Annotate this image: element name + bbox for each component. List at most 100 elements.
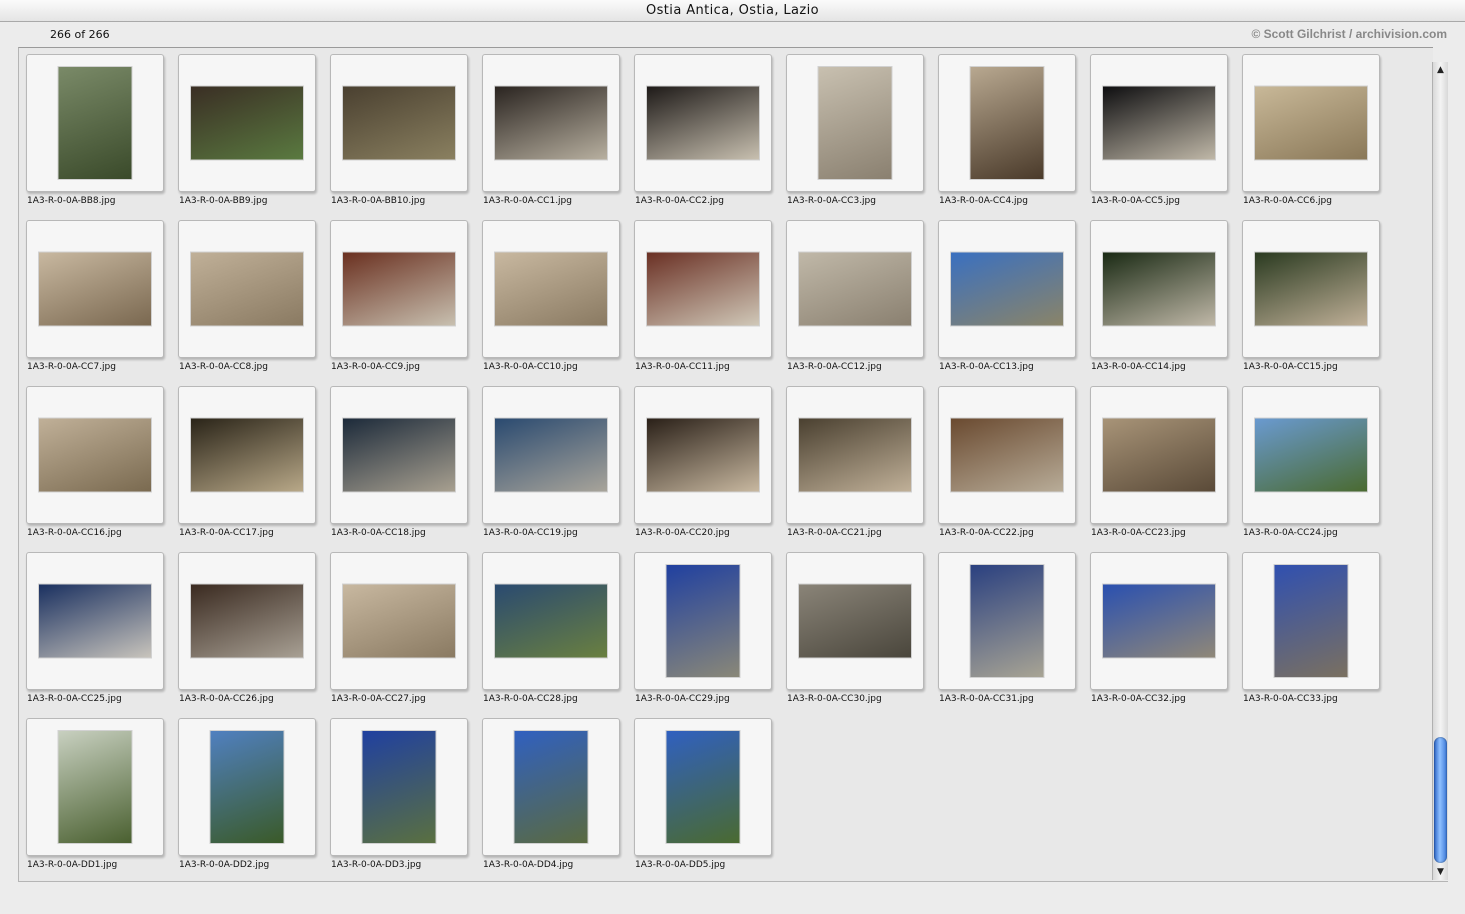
vertical-scrollbar[interactable]: ▲ ▼ (1432, 62, 1448, 880)
thumbnail-item[interactable]: 1A3-R-0-0A-CC2.jpg (634, 54, 774, 214)
thumbnail-frame[interactable] (26, 54, 164, 192)
thumbnail-image[interactable] (1103, 86, 1215, 160)
thumbnail-frame[interactable] (938, 220, 1076, 358)
thumbnail-item[interactable]: 1A3-R-0-0A-CC22.jpg (938, 386, 1078, 546)
thumbnail-item[interactable]: 1A3-R-0-0A-CC4.jpg (938, 54, 1078, 214)
scrollbar-thumb[interactable] (1434, 737, 1447, 863)
thumbnail-item[interactable]: 1A3-R-0-0A-CC32.jpg (1090, 552, 1230, 712)
thumbnail-frame[interactable] (938, 386, 1076, 524)
thumbnail-frame[interactable] (26, 386, 164, 524)
thumbnail-frame[interactable] (1242, 552, 1380, 690)
thumbnail-image[interactable] (343, 418, 455, 492)
thumbnail-image[interactable] (970, 565, 1044, 677)
thumbnail-frame[interactable] (1242, 54, 1380, 192)
thumbnail-frame[interactable] (634, 220, 772, 358)
thumbnail-item[interactable]: 1A3-R-0-0A-CC7.jpg (26, 220, 166, 380)
thumbnail-image[interactable] (647, 252, 759, 326)
thumbnail-item[interactable]: 1A3-R-0-0A-CC25.jpg (26, 552, 166, 712)
thumbnail-item[interactable]: 1A3-R-0-0A-CC24.jpg (1242, 386, 1382, 546)
scroll-up-arrow-icon[interactable]: ▲ (1434, 64, 1447, 76)
thumbnail-item[interactable]: 1A3-R-0-0A-CC27.jpg (330, 552, 470, 712)
thumbnail-frame[interactable] (1090, 552, 1228, 690)
thumbnail-item[interactable]: 1A3-R-0-0A-CC9.jpg (330, 220, 470, 380)
thumbnail-image[interactable] (210, 731, 284, 843)
thumbnail-item[interactable]: 1A3-R-0-0A-CC12.jpg (786, 220, 926, 380)
thumbnail-frame[interactable] (26, 718, 164, 856)
thumbnail-frame[interactable] (26, 220, 164, 358)
thumbnail-image[interactable] (647, 418, 759, 492)
thumbnail-image[interactable] (1103, 584, 1215, 658)
thumbnail-image[interactable] (39, 252, 151, 326)
thumbnail-item[interactable]: 1A3-R-0-0A-CC11.jpg (634, 220, 774, 380)
thumbnail-image[interactable] (495, 584, 607, 658)
thumbnail-item[interactable]: 1A3-R-0-0A-CC5.jpg (1090, 54, 1230, 214)
thumbnail-frame[interactable] (634, 552, 772, 690)
thumbnail-image[interactable] (1274, 565, 1348, 677)
thumbnail-frame[interactable] (1242, 220, 1380, 358)
thumbnail-frame[interactable] (178, 386, 316, 524)
thumbnail-image[interactable] (951, 418, 1063, 492)
thumbnail-item[interactable]: 1A3-R-0-0A-CC31.jpg (938, 552, 1078, 712)
thumbnail-item[interactable]: 1A3-R-0-0A-CC26.jpg (178, 552, 318, 712)
thumbnail-image[interactable] (1255, 418, 1367, 492)
thumbnail-item[interactable]: 1A3-R-0-0A-DD2.jpg (178, 718, 318, 878)
thumbnail-frame[interactable] (1090, 220, 1228, 358)
thumbnail-item[interactable]: 1A3-R-0-0A-CC15.jpg (1242, 220, 1382, 380)
thumbnail-item[interactable]: 1A3-R-0-0A-DD3.jpg (330, 718, 470, 878)
thumbnail-image[interactable] (1103, 418, 1215, 492)
thumbnail-frame[interactable] (1242, 386, 1380, 524)
thumbnail-image[interactable] (343, 584, 455, 658)
thumbnail-item[interactable]: 1A3-R-0-0A-DD5.jpg (634, 718, 774, 878)
thumbnail-item[interactable]: 1A3-R-0-0A-CC8.jpg (178, 220, 318, 380)
thumbnail-frame[interactable] (1090, 54, 1228, 192)
thumbnail-frame[interactable] (482, 552, 620, 690)
thumbnail-image[interactable] (799, 584, 911, 658)
thumbnail-image[interactable] (343, 252, 455, 326)
thumbnail-item[interactable]: 1A3-R-0-0A-CC17.jpg (178, 386, 318, 546)
thumbnail-frame[interactable] (330, 54, 468, 192)
thumbnail-frame[interactable] (26, 552, 164, 690)
thumbnail-frame[interactable] (786, 220, 924, 358)
thumbnail-frame[interactable] (178, 54, 316, 192)
thumbnail-image[interactable] (1103, 252, 1215, 326)
thumbnail-item[interactable]: 1A3-R-0-0A-BB8.jpg (26, 54, 166, 214)
thumbnail-frame[interactable] (178, 718, 316, 856)
thumbnail-frame[interactable] (482, 718, 620, 856)
thumbnail-image[interactable] (58, 67, 132, 179)
thumbnail-frame[interactable] (938, 552, 1076, 690)
thumbnail-frame[interactable] (786, 386, 924, 524)
thumbnail-item[interactable]: 1A3-R-0-0A-DD4.jpg (482, 718, 622, 878)
thumbnail-item[interactable]: 1A3-R-0-0A-CC21.jpg (786, 386, 926, 546)
thumbnail-item[interactable]: 1A3-R-0-0A-CC14.jpg (1090, 220, 1230, 380)
thumbnail-image[interactable] (191, 86, 303, 160)
thumbnail-frame[interactable] (482, 54, 620, 192)
thumbnail-image[interactable] (647, 86, 759, 160)
thumbnail-item[interactable]: 1A3-R-0-0A-CC18.jpg (330, 386, 470, 546)
thumbnail-image[interactable] (362, 731, 436, 843)
thumbnail-item[interactable]: 1A3-R-0-0A-CC6.jpg (1242, 54, 1382, 214)
thumbnail-image[interactable] (39, 418, 151, 492)
thumbnail-image[interactable] (818, 67, 892, 179)
thumbnail-frame[interactable] (330, 718, 468, 856)
thumbnail-image[interactable] (191, 584, 303, 658)
thumbnail-item[interactable]: 1A3-R-0-0A-CC16.jpg (26, 386, 166, 546)
thumbnail-image[interactable] (495, 86, 607, 160)
thumbnail-item[interactable]: 1A3-R-0-0A-CC23.jpg (1090, 386, 1230, 546)
thumbnail-item[interactable]: 1A3-R-0-0A-CC1.jpg (482, 54, 622, 214)
thumbnail-image[interactable] (1255, 252, 1367, 326)
thumbnail-frame[interactable] (786, 54, 924, 192)
thumbnail-image[interactable] (970, 67, 1044, 179)
thumbnail-image[interactable] (39, 584, 151, 658)
thumbnail-item[interactable]: 1A3-R-0-0A-BB10.jpg (330, 54, 470, 214)
thumbnail-image[interactable] (666, 565, 740, 677)
thumbnail-item[interactable]: 1A3-R-0-0A-CC33.jpg (1242, 552, 1382, 712)
thumbnail-image[interactable] (495, 418, 607, 492)
thumbnail-frame[interactable] (482, 386, 620, 524)
thumbnail-item[interactable]: 1A3-R-0-0A-DD1.jpg (26, 718, 166, 878)
thumbnail-frame[interactable] (634, 718, 772, 856)
thumbnail-item[interactable]: 1A3-R-0-0A-CC10.jpg (482, 220, 622, 380)
thumbnail-image[interactable] (951, 252, 1063, 326)
thumbnail-image[interactable] (495, 252, 607, 326)
thumbnail-frame[interactable] (634, 386, 772, 524)
thumbnail-frame[interactable] (330, 552, 468, 690)
